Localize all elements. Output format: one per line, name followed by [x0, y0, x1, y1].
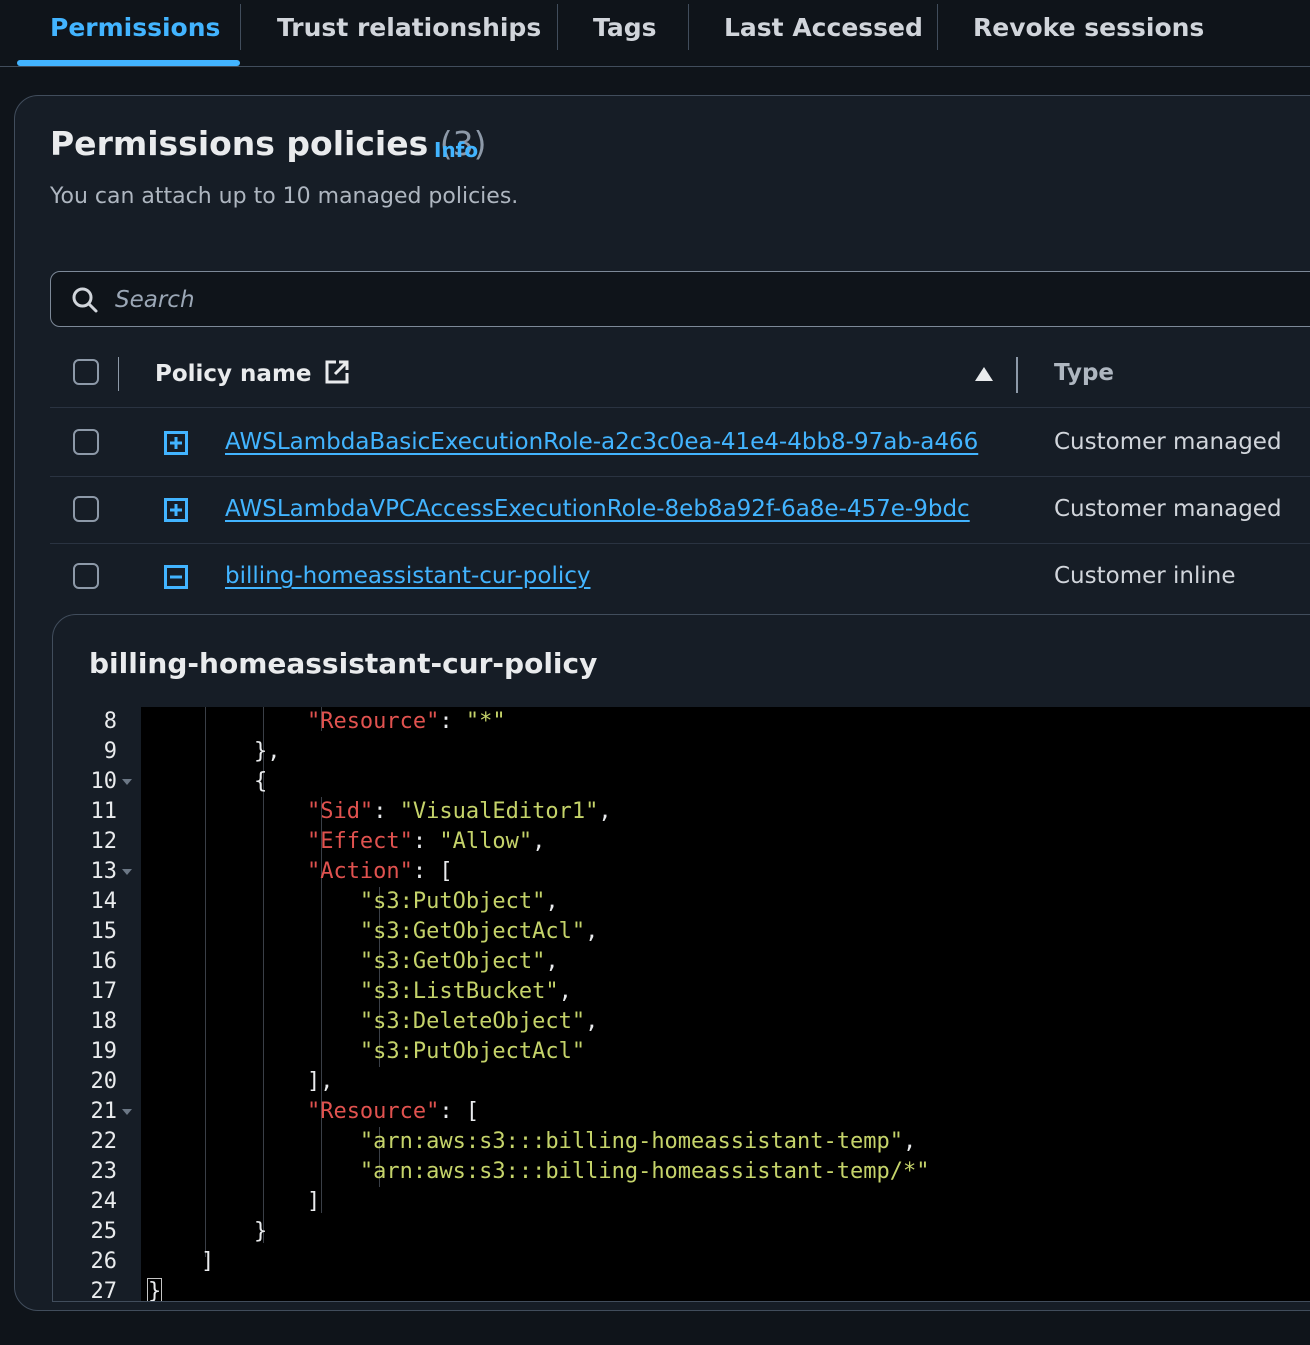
tab-last-accessed[interactable]: Last Accessed — [724, 0, 923, 56]
code-line: "s3:GetObjectAcl", — [359, 919, 599, 944]
code-line: ] — [148, 1249, 215, 1274]
line-number: 14 — [90, 889, 118, 914]
external-link-icon — [325, 360, 349, 384]
code-line: "s3:PutObject", — [359, 889, 559, 914]
line-number: 27 — [90, 1279, 118, 1302]
tab-divider — [937, 4, 938, 50]
select-all-checkbox[interactable] — [73, 359, 99, 385]
row-checkbox[interactable] — [73, 563, 99, 589]
tab-divider — [688, 4, 689, 50]
code-line: "arn:aws:s3:::billing-homeassistant-temp… — [359, 1159, 930, 1184]
policy-type: Customer inline — [1054, 563, 1236, 589]
line-number: 10 — [90, 769, 118, 794]
column-divider[interactable] — [1016, 357, 1018, 393]
search-icon — [72, 287, 98, 313]
active-tab-indicator — [17, 60, 240, 66]
line-number: 11 — [90, 799, 118, 824]
line-number: 24 — [90, 1189, 118, 1214]
line-number: 25 — [90, 1219, 118, 1244]
expand-plus-icon[interactable] — [164, 431, 188, 455]
line-number: 18 — [90, 1009, 118, 1034]
policy-json-editor[interactable]: 8 "Resource": "*" 9 }, 10 {11 "Sid": "Visu… — [53, 707, 1310, 1302]
tab-trust-relationships[interactable]: Trust relationships — [277, 0, 541, 56]
row-divider — [50, 407, 1310, 408]
code-line: "Resource": [ — [306, 1099, 480, 1124]
row-checkbox[interactable] — [73, 496, 99, 522]
line-number: 26 — [90, 1249, 118, 1274]
line-number: 13 — [90, 859, 118, 884]
tab-bar: Permissions Trust relationships Tags Las… — [0, 0, 1310, 67]
policy-detail-panel: billing-homeassistant-cur-policy 8 "Reso… — [52, 614, 1310, 1302]
info-link[interactable]: Info — [434, 138, 478, 162]
tab-divider — [240, 4, 241, 50]
code-line: "Resource": "*" — [306, 709, 506, 734]
collapse-minus-icon[interactable] — [164, 565, 188, 589]
line-number: 9 — [103, 739, 117, 764]
row-divider — [50, 543, 1310, 544]
policy-type: Customer managed — [1054, 429, 1282, 455]
code-line: { — [148, 769, 268, 794]
line-number: 17 — [90, 979, 118, 1004]
line-number: 20 — [90, 1069, 118, 1094]
page-title: Permissions policies (3) — [50, 124, 487, 163]
code-line: "s3:DeleteObject", — [359, 1009, 599, 1034]
code-line: "arn:aws:s3:::billing-homeassistant-temp… — [359, 1129, 917, 1154]
expand-plus-icon[interactable] — [164, 498, 188, 522]
code-line: } — [146, 1278, 163, 1302]
line-number: 22 — [90, 1129, 118, 1154]
sort-ascending-icon[interactable] — [974, 366, 994, 382]
policy-detail-title: billing-homeassistant-cur-policy — [89, 647, 598, 680]
fold-toggle-icon[interactable] — [122, 1109, 132, 1115]
column-header-policy-name-label: Policy name — [155, 361, 312, 387]
line-number: 12 — [90, 829, 118, 854]
line-number: 16 — [90, 949, 118, 974]
code-line: } — [148, 1219, 268, 1244]
search-input[interactable] — [113, 282, 1217, 318]
policy-link[interactable]: billing-homeassistant-cur-policy — [225, 563, 591, 589]
policy-link[interactable]: AWSLambdaBasicExecutionRole-a2c3c0ea-41e… — [225, 429, 985, 455]
code-line: "Action": [ — [306, 859, 453, 884]
policy-link[interactable]: AWSLambdaVPCAccessExecutionRole-8eb8a92f… — [225, 496, 977, 522]
line-number: 19 — [90, 1039, 118, 1064]
column-divider — [118, 357, 119, 391]
tab-divider — [557, 4, 558, 50]
code-line: ], — [148, 1069, 334, 1094]
code-line: "Sid": "VisualEditor1", — [306, 799, 612, 824]
code-line: ] — [148, 1189, 321, 1214]
fold-toggle-icon[interactable] — [122, 779, 132, 785]
code-line: "s3:PutObjectAcl" — [359, 1039, 586, 1064]
header-description: You can attach up to 10 managed policies… — [50, 184, 519, 209]
tab-tags[interactable]: Tags — [593, 0, 656, 56]
search-box — [50, 271, 1310, 327]
code-line: "s3:GetObject", — [359, 949, 559, 974]
row-checkbox[interactable] — [73, 429, 99, 455]
line-number: 21 — [90, 1099, 118, 1124]
column-header-type[interactable]: Type — [1054, 360, 1114, 386]
row-divider — [50, 476, 1310, 477]
column-header-policy-name[interactable]: Policy name — [155, 359, 350, 387]
fold-toggle-icon[interactable] — [122, 869, 132, 875]
policy-type: Customer managed — [1054, 496, 1282, 522]
header-title-text: Permissions policies — [50, 124, 429, 163]
code-line: "Effect": "Allow", — [306, 829, 546, 854]
code-line: }, — [148, 739, 281, 764]
tab-permissions[interactable]: Permissions — [50, 0, 220, 56]
code-line: "s3:ListBucket", — [359, 979, 572, 1004]
line-number: 23 — [90, 1159, 118, 1184]
tab-revoke-sessions[interactable]: Revoke sessions — [973, 0, 1204, 56]
line-number: 15 — [90, 919, 118, 944]
line-number: 8 — [103, 709, 117, 734]
